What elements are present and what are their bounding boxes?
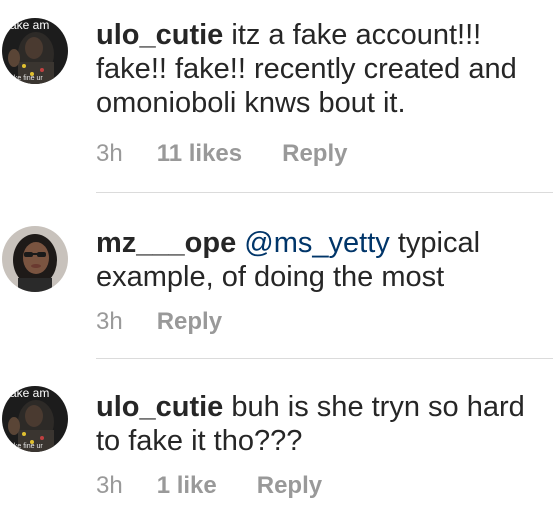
username-link[interactable]: ulo_cutie	[96, 19, 223, 51]
comment-text: ulo_cutie itz a fake account!!! fake!! f…	[96, 18, 539, 120]
reply-button[interactable]: Reply	[257, 472, 322, 500]
timestamp: 3h	[96, 140, 123, 167]
username-link[interactable]: mz___ope	[96, 227, 236, 259]
avatar-caption: ake am	[10, 386, 50, 400]
likes-count[interactable]: 11 likes	[157, 140, 242, 168]
mention-link[interactable]: @ms_yetty	[236, 227, 389, 259]
username-link[interactable]: ulo_cutie	[96, 391, 223, 423]
divider	[96, 358, 553, 359]
divider	[96, 192, 553, 193]
comment-text: ulo_cutie buh is she tryn so hard to fak…	[96, 390, 539, 458]
comment-meta: 3h 11 likes Reply	[96, 140, 347, 168]
timestamp: 3h	[96, 308, 123, 335]
timestamp: 3h	[96, 472, 123, 499]
avatar[interactable]	[2, 226, 68, 292]
avatar-caption: ake fine ur	[10, 75, 43, 82]
comment-text: mz___ope @ms_yetty typical example, of d…	[96, 226, 539, 294]
reply-button[interactable]: Reply	[157, 308, 222, 336]
avatar-caption: ake fine ur	[10, 443, 43, 450]
avatar[interactable]: ake am ake fine ur	[2, 18, 68, 84]
comment-meta: 3h Reply	[96, 308, 222, 336]
avatar-image	[2, 226, 68, 292]
reply-button[interactable]: Reply	[282, 140, 347, 168]
avatar[interactable]: ake am ake fine ur	[2, 386, 68, 452]
avatar-caption: ake am	[10, 18, 50, 32]
likes-count[interactable]: 1 like	[157, 472, 217, 500]
comment-meta: 3h 1 like Reply	[96, 472, 322, 500]
